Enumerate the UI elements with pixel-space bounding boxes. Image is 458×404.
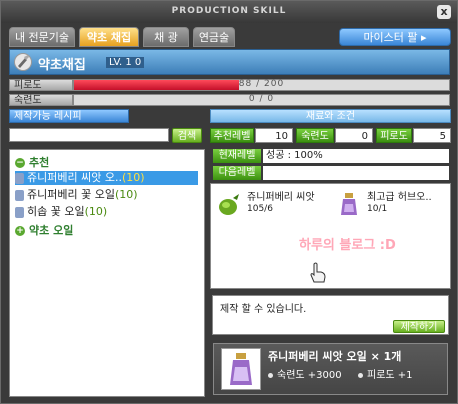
category-recommended[interactable]: − 추천 [15, 154, 49, 170]
oil-bottle-icon [221, 348, 261, 390]
craft-button[interactable]: 제작하기 [393, 320, 445, 333]
production-skill-window: PRODUCTION SKILL x 내 전문기술 약초 채집 채 광 연금술 … [0, 0, 458, 404]
result-fatigue-text: 피로도 +1 [367, 370, 413, 381]
window-title: PRODUCTION SKILL [171, 6, 287, 16]
result-panel: 쥬니퍼베리 씨앗 오일 × 1개 숙련도 +3000 피로도 +1 [213, 343, 448, 395]
material-name: 쥬니퍼베리 씨앗 [247, 192, 315, 203]
proficiency-bar: 0 / 0 [73, 94, 450, 106]
proficiency-value: 0 / 0 [248, 94, 275, 104]
tab-my-skills[interactable]: 내 전문기술 [9, 27, 75, 47]
meister-button[interactable]: 마이스터 팔 ▸ [339, 28, 451, 46]
craft-message: 제작 할 수 있습니다. [220, 304, 307, 315]
bullet-icon [268, 372, 273, 378]
fatigue-cost-label: 피로도 [376, 128, 412, 143]
recipe-item[interactable]: 쥬니퍼베리 씨앗 오..(10) [15, 171, 198, 185]
skill-header: 약초채집 LV. 1 0 [9, 49, 450, 75]
tab-mining[interactable]: 채 광 [143, 27, 189, 47]
herb-oil-bottle-icon [335, 190, 363, 218]
close-button[interactable]: x [437, 5, 451, 19]
current-level-value: 성공 : 100% [263, 149, 449, 163]
hand-icon [15, 206, 24, 218]
category-herb-oil[interactable]: + 약초 오일 [15, 222, 73, 238]
recommended-level-label: 추천레벨 [210, 128, 254, 143]
material-list: 쥬니퍼베리 씨앗 105/6 최고급 허브오.. 10/1 하루의 블로그 :D [210, 183, 451, 289]
hand-icon [15, 189, 24, 201]
material-name: 최고급 허브오.. [367, 192, 432, 203]
material-count: 105/6 [247, 204, 273, 214]
result-proficiency-text: 숙련도 +3000 [277, 370, 342, 381]
material-item[interactable]: 최고급 허브오.. 10/1 [333, 188, 448, 228]
recipe-panel: 제작가능 레시피 검색 − 추천 쥬니퍼베리 씨앗 오..(10) 쥬니퍼베리 꽃… [9, 109, 205, 397]
recipe-item-level: (10) [84, 205, 108, 218]
materials-panel: 재료와 조건 추천레벨 10 숙련도 0 피로도 5 현재레벨 성공 : 100… [210, 109, 451, 397]
recipe-list[interactable]: − 추천 쥬니퍼베리 씨앗 오..(10) 쥬니퍼베리 꽃 오일(10) 히솝 꽃… [9, 149, 205, 397]
result-proficiency: 숙련도 +3000 [268, 366, 342, 381]
fatigue-label: 피로도 [9, 79, 73, 91]
category-label: 약초 오일 [29, 224, 74, 237]
recipe-search-input[interactable] [9, 128, 169, 142]
fatigue-value: 88 / 200 [238, 79, 285, 89]
tab-herb-gathering[interactable]: 약초 채집 [79, 27, 139, 47]
recipe-item-name: 쥬니퍼베리 꽃 오일 [27, 188, 115, 201]
recommended-level-value: 10 [255, 128, 293, 143]
skill-level: LV. 1 0 [106, 57, 145, 68]
result-fatigue: 피로도 +1 [358, 366, 413, 381]
green-seed-icon [215, 190, 243, 218]
category-label: 추천 [29, 156, 50, 169]
material-item[interactable]: 쥬니퍼베리 씨앗 105/6 [213, 188, 328, 228]
recipe-item-name: 쥬니퍼베리 씨앗 오.. [27, 171, 122, 184]
next-level-value [263, 166, 449, 180]
recipe-item-level: (10) [121, 171, 145, 184]
required-proficiency-value: 0 [335, 128, 373, 143]
search-button[interactable]: 검색 [172, 128, 202, 143]
tab-alchemy[interactable]: 연금술 [193, 27, 235, 47]
recipe-header: 제작가능 레시피 [9, 109, 129, 123]
recipe-item-level: (10) [114, 188, 138, 201]
collapse-icon[interactable]: − [15, 158, 25, 168]
next-level-label: 다음레벨 [213, 166, 261, 180]
result-name: 쥬니퍼베리 씨앗 오일 × 1개 [268, 350, 402, 363]
proficiency-label: 숙련도 [9, 94, 73, 106]
skill-name: 약초채집 [38, 58, 86, 73]
material-count: 10/1 [367, 204, 388, 214]
herb-gathering-icon [14, 53, 32, 71]
fatigue-cost-value: 5 [413, 128, 451, 143]
hand-cursor-icon [309, 262, 327, 284]
bullet-icon [358, 372, 363, 378]
recipe-item[interactable]: 히솝 꽃 오일(10) [15, 205, 198, 219]
hand-icon [15, 172, 24, 184]
craft-message-box: 제작 할 수 있습니다. 제작하기 [212, 295, 449, 335]
title-bar[interactable]: PRODUCTION SKILL x [1, 1, 457, 23]
required-proficiency-label: 숙련도 [296, 128, 334, 143]
fatigue-bar: 88 / 200 [73, 79, 450, 91]
recipe-item[interactable]: 쥬니퍼베리 꽃 오일(10) [15, 188, 198, 202]
recipe-item-name: 히솝 꽃 오일 [27, 205, 85, 218]
expand-icon[interactable]: + [15, 226, 25, 236]
current-level-label: 현재레벨 [213, 149, 261, 163]
materials-header: 재료와 조건 [210, 109, 451, 123]
blog-watermark: 하루의 블로그 :D [299, 238, 396, 253]
